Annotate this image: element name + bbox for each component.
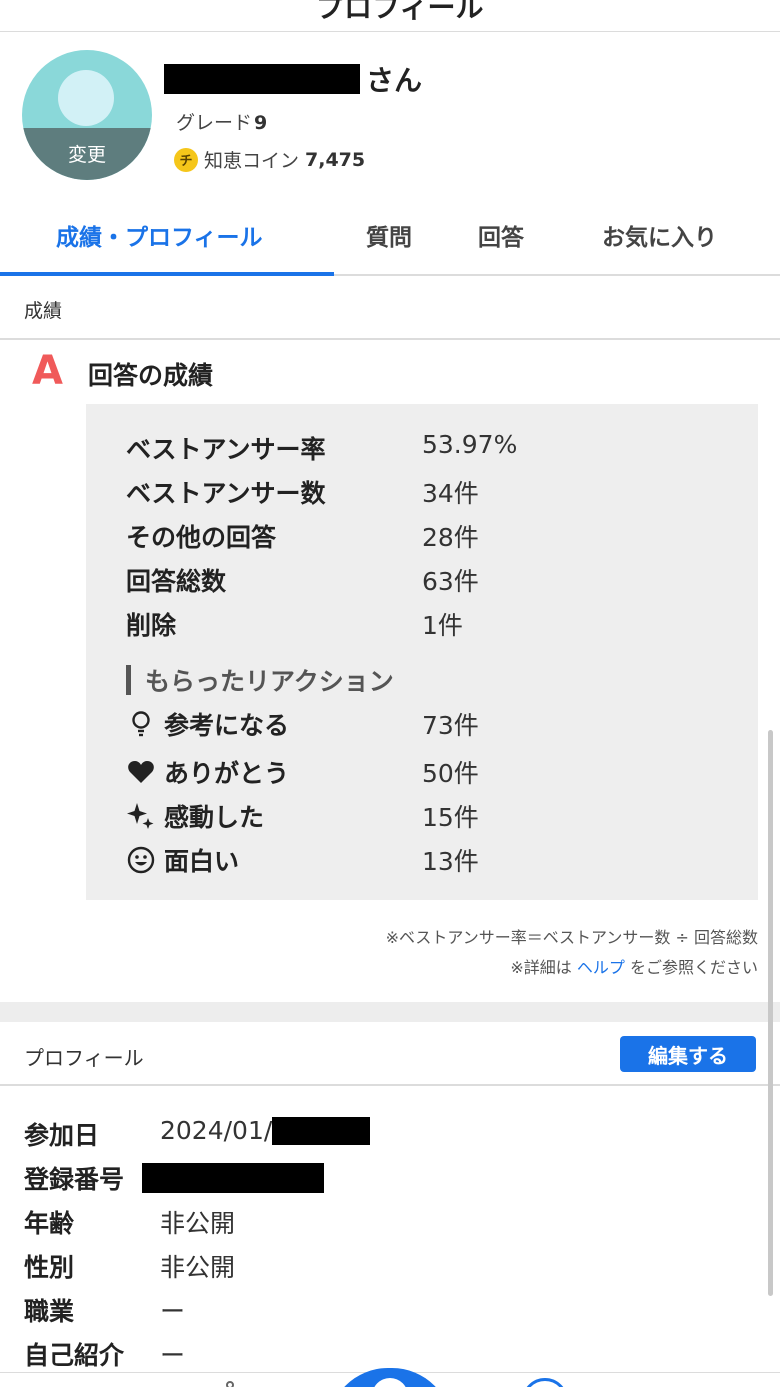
profile-label: 性別 xyxy=(24,1253,75,1282)
stat-value: 34件 xyxy=(422,479,479,508)
stat-label: ベストアンサー数 xyxy=(126,479,326,508)
help-note: ※詳細は ヘルプ をご参照ください xyxy=(510,954,758,978)
nav-post-icon xyxy=(372,1378,408,1387)
profile-label: 登録番号 xyxy=(24,1165,125,1194)
profile-label: 自己紹介 xyxy=(24,1341,125,1370)
name-suffix: さん xyxy=(366,64,423,97)
redacted-date xyxy=(272,1116,371,1145)
stat-value: 53.97% xyxy=(422,430,518,459)
help-note-suffix: をご参照ください xyxy=(629,958,758,977)
reaction-row: ありがとう xyxy=(126,754,289,790)
reaction-label: 感動した xyxy=(164,803,265,832)
reaction-value: 73件 xyxy=(422,711,479,740)
answer-stats-title: 回答の成績 xyxy=(88,361,214,390)
section-divider xyxy=(0,1002,780,1022)
reaction-row: 感動した xyxy=(126,798,264,834)
redacted-registration-number xyxy=(142,1163,324,1193)
avatar-sun-shape xyxy=(58,70,114,126)
section-header-profile: プロフィール 編集する xyxy=(0,1022,780,1086)
stat-value: 1件 xyxy=(422,611,463,640)
coin-line: チ 知恵コイン 7,475 xyxy=(174,146,365,173)
tab-bar: 成績・プロフィール 質問 回答 お気に入り xyxy=(0,204,780,276)
help-link[interactable]: ヘルプ xyxy=(577,958,625,977)
reaction-row: 参考になる xyxy=(126,706,289,742)
reaction-label: 参考になる xyxy=(164,711,290,740)
user-name: さん xyxy=(164,62,423,97)
profile-value: ー xyxy=(160,1341,186,1370)
reaction-label: 面白い xyxy=(164,847,240,876)
profile-value-joined: 2024/01/ xyxy=(160,1116,371,1145)
grade-line: グレード 9 xyxy=(176,108,267,135)
profile-value: 非公開 xyxy=(160,1209,236,1238)
joined-date: 2024/01/ xyxy=(160,1116,273,1145)
profile-label: 年齢 xyxy=(24,1209,75,1238)
section-title-record: 成績 xyxy=(24,300,63,322)
stat-label: 削除 xyxy=(126,611,177,640)
active-tab-indicator xyxy=(0,272,334,276)
nav-search-icon[interactable] xyxy=(226,1381,234,1387)
top-header: プロフィール xyxy=(0,0,780,32)
lightbulb-icon xyxy=(132,711,150,737)
stat-label: その他の回答 xyxy=(126,523,277,552)
grade-label: グレード xyxy=(176,112,253,134)
reaction-label: ありがとう xyxy=(164,759,290,788)
tab-answers[interactable]: 回答 xyxy=(478,218,524,252)
stat-label: 回答総数 xyxy=(126,567,227,596)
avatar-change-button[interactable]: 変更 xyxy=(22,140,152,167)
reactions-header: もらったリアクション xyxy=(126,662,394,698)
reactions-title: もらったリアクション xyxy=(145,667,394,696)
coin-icon: チ xyxy=(174,147,198,172)
answer-grade-letter: A xyxy=(32,348,63,394)
reactions-header-bar xyxy=(126,665,131,695)
tab-record-profile[interactable]: 成績・プロフィール xyxy=(56,218,263,252)
profile-label: 参加日 xyxy=(24,1121,100,1150)
section-title-profile: プロフィール xyxy=(24,1046,144,1070)
reaction-row: 面白い xyxy=(126,842,239,878)
stat-value: 63件 xyxy=(422,567,479,596)
sparkle-icon xyxy=(127,803,154,829)
tab-favorites[interactable]: お気に入り xyxy=(602,218,717,252)
grade-value: 9 xyxy=(254,112,268,134)
coin-value: 7,475 xyxy=(305,148,366,171)
page-title: プロフィール xyxy=(316,0,484,24)
profile-label: 職業 xyxy=(24,1297,75,1326)
avatar[interactable]: 変更 xyxy=(22,50,152,180)
formula-note: ※ベストアンサー率＝ベストアンサー数 ÷ 回答総数 xyxy=(385,928,758,947)
reaction-value: 15件 xyxy=(422,803,479,832)
section-header-record: 成績 xyxy=(0,278,780,340)
redacted-name xyxy=(164,64,360,94)
tab-questions[interactable]: 質問 xyxy=(366,218,412,252)
heart-icon xyxy=(128,761,154,783)
smiley-icon xyxy=(127,846,155,874)
edit-profile-button[interactable]: 編集する xyxy=(620,1036,756,1072)
stat-label: ベストアンサー率 xyxy=(126,435,326,464)
scrollbar[interactable] xyxy=(768,730,773,1296)
profile-page: プロフィール 変更 さん グレード 9 チ 知恵コイン 7,475 成績・プロフィ… xyxy=(0,0,780,1387)
reaction-value: 50件 xyxy=(422,759,479,788)
profile-value: ー xyxy=(160,1297,186,1326)
profile-value: 非公開 xyxy=(160,1253,236,1282)
reaction-value: 13件 xyxy=(422,847,479,876)
answer-stats-box: ベストアンサー率 53.97% ベストアンサー数 34件 その他の回答 28件 … xyxy=(86,404,758,900)
coin-label: 知恵コイン xyxy=(204,150,300,172)
stat-value: 28件 xyxy=(422,523,479,552)
help-note-prefix: ※詳細は xyxy=(510,958,572,977)
